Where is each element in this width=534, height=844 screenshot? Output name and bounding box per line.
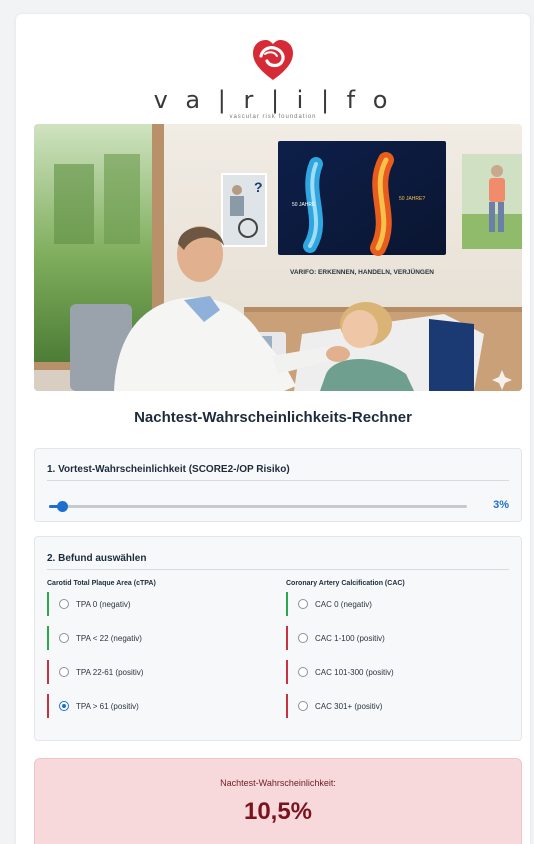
radio-button[interactable] [59,633,69,643]
radio-button[interactable] [59,599,69,609]
calculator-card: v a | r | i | f o vascular risk foundati… [16,14,530,844]
cac-option[interactable]: CAC 1-100 (positiv) [286,626,516,650]
radio-button[interactable] [59,667,69,677]
findings-panel: 2. Befund auswählen Carotid Total Plaque… [34,536,522,741]
ctpa-heading: Carotid Total Plaque Area (cTPA) [47,580,156,587]
hero-image: 50 JAHRE 50 JAHRE? VARIFO: ERKENNEN, HAN… [34,124,522,391]
option-label: TPA 0 (negativ) [76,599,131,609]
tv-label-right: 50 JAHRE? [399,196,425,202]
slider-track[interactable] [49,501,467,512]
cac-column: Coronary Artery Calcification (CAC) CAC … [286,580,516,728]
option-label: TPA 22-61 (positiv) [76,667,144,677]
question-mark: ? [254,179,263,195]
pretest-slider[interactable]: 3% [49,499,509,513]
radio-button[interactable] [59,701,69,711]
pretest-panel: 1. Vortest-Wahrscheinlichkeit (SCORE2-/O… [34,448,522,522]
result-label: Nachtest-Wahrscheinlichkeit: [220,778,336,788]
pretest-heading: 1. Vortest-Wahrscheinlichkeit (SCORE2-/O… [47,464,290,475]
pretest-value: 3% [493,499,509,511]
cac-heading: Coronary Artery Calcification (CAC) [286,580,405,587]
brand-tagline: vascular risk foundation [229,114,317,120]
cac-option[interactable]: CAC 101-300 (positiv) [286,660,516,684]
brand-wordmark: v a | r | i | f o [153,86,393,114]
radio-button[interactable] [298,667,308,677]
radio-button[interactable] [298,633,308,643]
ctpa-column: Carotid Total Plaque Area (cTPA) TPA 0 (… [47,580,277,728]
ctpa-option[interactable]: TPA 22-61 (positiv) [47,660,277,684]
page-title: Nachtest-Wahrscheinlichkeits-Rechner [134,409,412,426]
varifo-heart-logo-icon [253,40,293,80]
ctpa-option[interactable]: TPA > 61 (positiv) [47,694,277,718]
ctpa-option[interactable]: TPA < 22 (negativ) [47,626,277,650]
cac-option[interactable]: CAC 301+ (positiv) [286,694,516,718]
option-label: CAC 1-100 (positiv) [315,633,385,643]
divider [47,480,509,481]
result-value: 10,5% [243,798,313,825]
tv-label-left: 50 JAHRE [292,202,316,208]
result-box: Nachtest-Wahrscheinlichkeit: 10,5% [34,758,522,844]
option-label: CAC 0 (negativ) [315,599,372,609]
radio-button[interactable] [298,701,308,711]
hero-caption: VARIFO: ERKENNEN, HANDELN, VERJÜNGEN [290,267,434,276]
ctpa-option[interactable]: TPA 0 (negativ) [47,592,277,616]
option-label: TPA > 61 (positiv) [76,701,139,711]
slider-thumb[interactable] [56,501,68,512]
radio-button[interactable] [298,599,308,609]
option-label: CAC 101-300 (positiv) [315,667,394,677]
option-label: CAC 301+ (positiv) [315,701,383,711]
findings-heading: 2. Befund auswählen [47,553,147,564]
cac-option[interactable]: CAC 0 (negativ) [286,592,516,616]
divider [47,569,509,570]
brand-logo: v a | r | i | f o vascular risk foundati… [16,36,530,120]
option-label: TPA < 22 (negativ) [76,633,142,643]
